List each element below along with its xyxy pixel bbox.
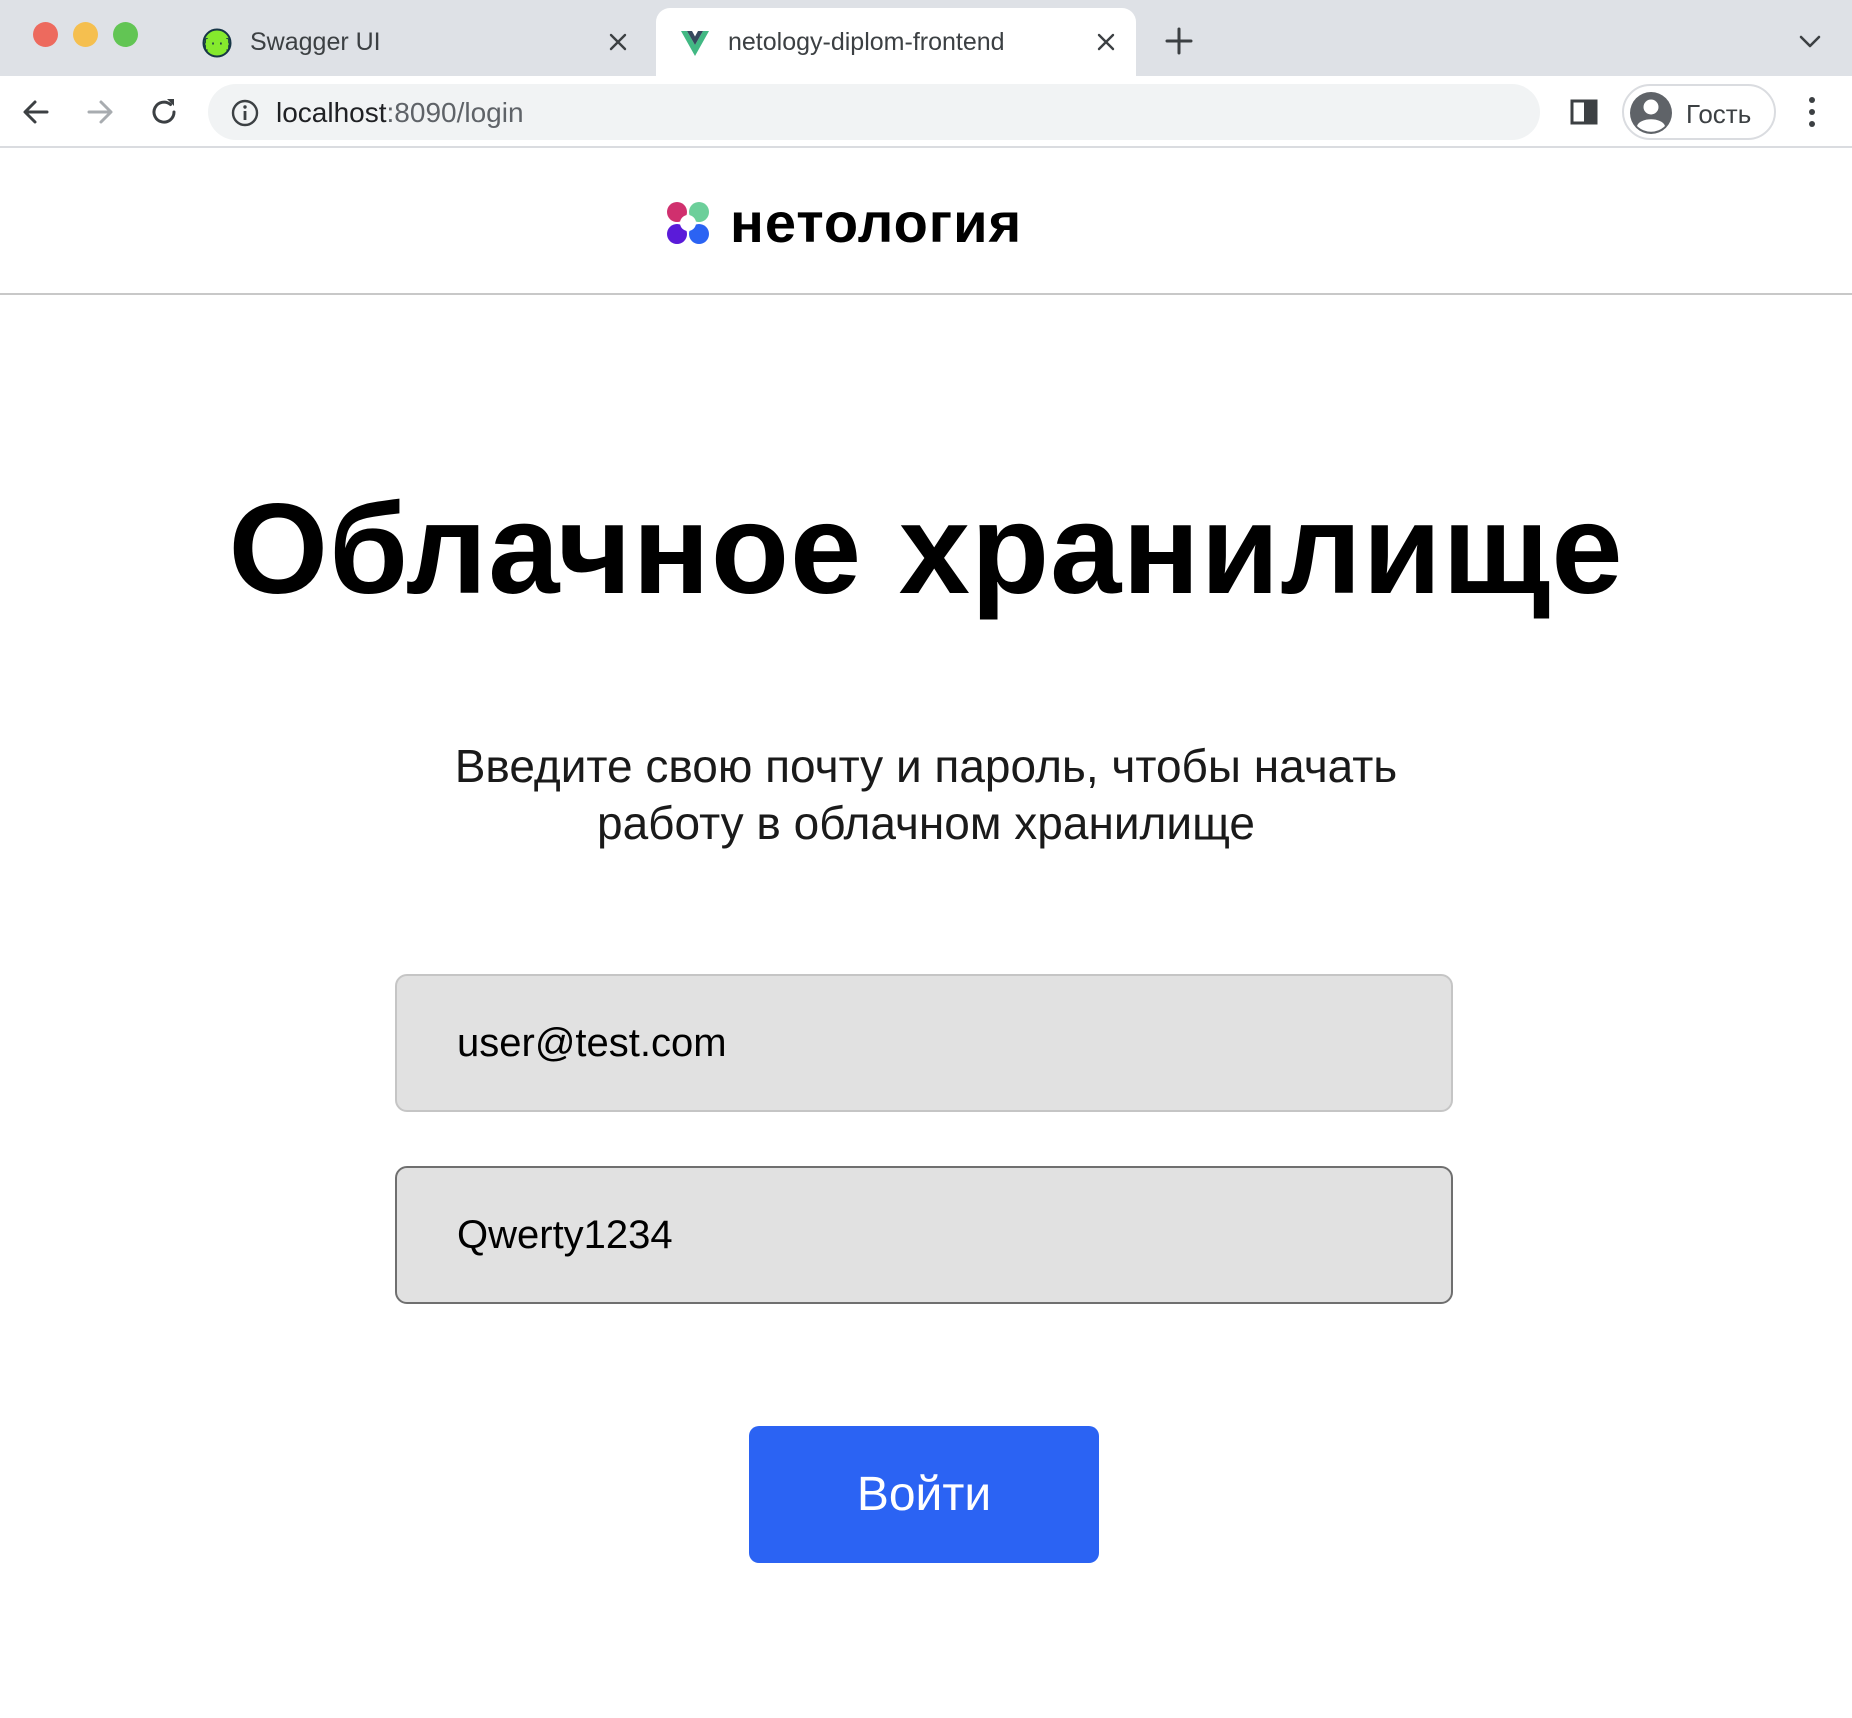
minimize-window-button[interactable]: [73, 22, 98, 47]
page-subtitle: Введите свою почту и пароль, чтобы начат…: [0, 738, 1852, 852]
browser-menu-kebab-icon[interactable]: [1800, 92, 1824, 132]
login-button[interactable]: Войти: [749, 1426, 1099, 1563]
tab-title: netology-diplom-frontend: [728, 28, 1005, 56]
swagger-favicon-icon: {··}: [202, 28, 232, 58]
tab-title: Swagger UI: [250, 28, 381, 56]
url-host: localhost: [276, 97, 387, 128]
address-bar[interactable]: localhost:8090/login: [208, 84, 1540, 140]
tab-swagger-ui[interactable]: {··} Swagger UI: [178, 8, 648, 76]
side-panel-icon[interactable]: [1566, 94, 1602, 130]
netology-logo-mark-icon: [667, 202, 709, 244]
password-field[interactable]: [395, 1166, 1453, 1304]
browser-tab-bar: {··} Swagger UI netology-diplom-frontend: [0, 0, 1852, 76]
profile-button[interactable]: Гость: [1622, 84, 1776, 140]
page-title: Облачное хранилище: [228, 478, 1624, 621]
profile-label: Гость: [1686, 99, 1752, 129]
maximize-window-button[interactable]: [113, 22, 138, 47]
url-path: :8090/login: [386, 97, 524, 128]
reload-icon[interactable]: [146, 94, 182, 130]
svg-text:{··}: {··}: [202, 37, 232, 52]
forward-arrow-icon[interactable]: [82, 94, 118, 130]
new-tab-plus-icon[interactable]: [1162, 24, 1196, 58]
avatar-icon: [1630, 92, 1672, 134]
site-info-icon[interactable]: [230, 98, 260, 128]
logo-text: нетология: [730, 191, 1023, 254]
url-text: localhost:8090/login: [276, 97, 524, 129]
subtitle-line-2: работу в облачном хранилище: [596, 797, 1255, 849]
close-tab-icon[interactable]: [602, 26, 634, 58]
site-header: нетология: [0, 150, 1852, 295]
browser-toolbar: localhost:8090/login Гость: [0, 76, 1852, 148]
subtitle-line-1: Введите свою почту и пароль, чтобы начат…: [454, 740, 1398, 792]
back-arrow-icon[interactable]: [18, 94, 54, 130]
tab-search-chevron-down-icon[interactable]: [1796, 30, 1824, 52]
close-window-button[interactable]: [33, 22, 58, 47]
email-field[interactable]: [395, 974, 1453, 1112]
close-tab-icon[interactable]: [1090, 26, 1122, 58]
vue-favicon-icon: [681, 31, 709, 56]
tab-netology-diplom-frontend[interactable]: netology-diplom-frontend: [656, 8, 1136, 76]
netology-logo[interactable]: нетология: [666, 191, 1023, 254]
